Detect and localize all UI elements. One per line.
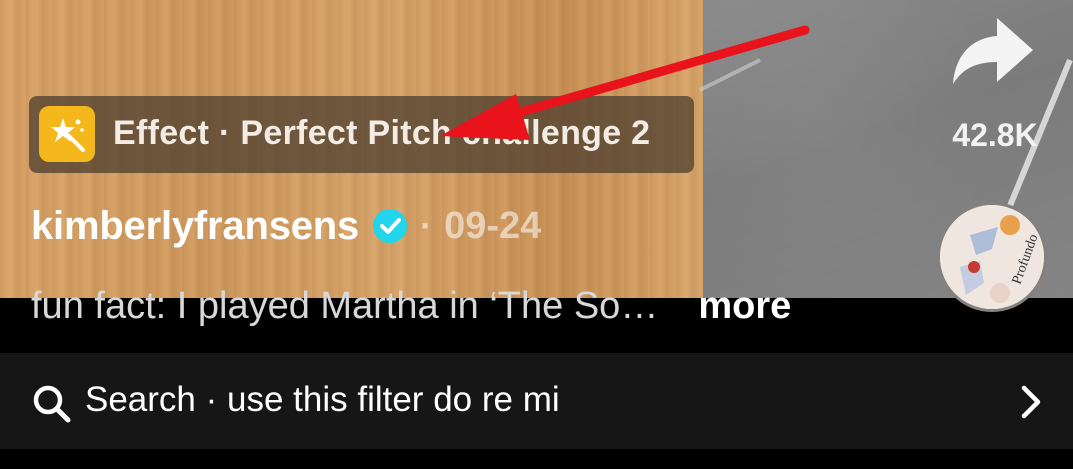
author-separator: · [420, 205, 433, 246]
sound-disc[interactable]: Profundo [937, 202, 1047, 312]
effect-label: Effect · Perfect Pitch challenge 2 [113, 114, 651, 152]
caption-more-button[interactable]: more [698, 285, 791, 328]
chevron-right-icon[interactable] [1016, 382, 1046, 422]
search-icon [33, 385, 71, 423]
share-arrow-icon[interactable] [947, 12, 1037, 92]
effect-sparkle-icon [39, 106, 95, 162]
caption-row: fun fact: I played Martha in ‘The So… mo… [31, 282, 791, 330]
share-count: 42.8K [952, 117, 1038, 153]
author-username[interactable]: kimberlyfransens [31, 204, 359, 249]
verified-badge-icon [373, 209, 408, 243]
search-label: Search · use this filter do re mi [85, 380, 560, 419]
search-bar[interactable]: Search · use this filter do re mi [0, 353, 1073, 449]
effect-tag[interactable]: Effect · Perfect Pitch challenge 2 [29, 96, 694, 173]
author-row: kimberlyfransens · 09-24 [31, 201, 541, 251]
post-date: 09-24 [444, 204, 542, 247]
caption-text: fun fact: I played Martha in ‘The So… [31, 284, 659, 327]
